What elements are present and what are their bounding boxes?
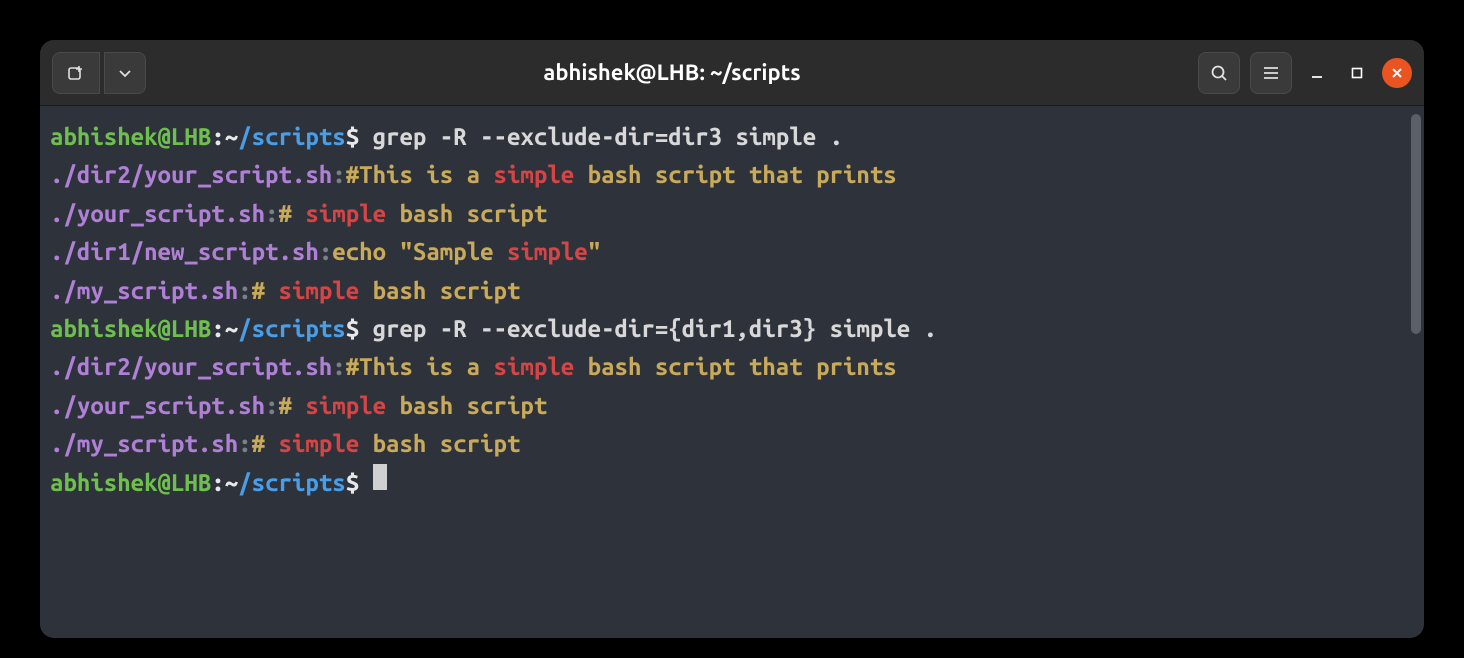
cursor-block (373, 464, 387, 490)
prompt-tilde: ~ (225, 310, 238, 348)
grep-colon: : (238, 272, 251, 310)
close-icon (1390, 66, 1404, 80)
prompt-tilde: ~ (225, 464, 238, 502)
titlebar-left-controls (52, 52, 146, 94)
grep-output-line: ./my_script.sh : # simple bash script (50, 425, 1414, 463)
grep-file: ./dir2/your_script.sh (50, 348, 332, 386)
prompt-path: /scripts (238, 310, 346, 348)
command-text: grep -R --exclude-dir=dir3 simple . (373, 118, 843, 156)
hamburger-icon (1262, 64, 1280, 82)
grep-post: bash script (359, 425, 520, 463)
grep-pre: # (279, 195, 306, 233)
maximize-icon (1350, 66, 1364, 80)
grep-match: simple (494, 156, 575, 194)
prompt-line-active: abhishek@LHB : ~ /scripts $ (50, 464, 1414, 502)
grep-match: simple (279, 425, 360, 463)
titlebar: abhishek@LHB: ~/scripts (40, 40, 1424, 106)
terminal-body[interactable]: abhishek@LHB : ~ /scripts $ grep -R --ex… (40, 106, 1424, 638)
grep-match: simple (305, 387, 386, 425)
scrollbar-thumb[interactable] (1411, 114, 1421, 334)
grep-match: simple (305, 195, 386, 233)
titlebar-right-controls (1198, 52, 1412, 94)
grep-file: ./your_script.sh (50, 195, 265, 233)
tab-dropdown-button[interactable] (104, 52, 146, 94)
grep-post: bash script (359, 272, 520, 310)
prompt-tilde: ~ (225, 118, 238, 156)
prompt-sep: : (211, 118, 224, 156)
grep-output-line: ./your_script.sh : # simple bash script (50, 387, 1414, 425)
prompt-sep: : (211, 310, 224, 348)
minimize-icon (1310, 66, 1324, 80)
close-button[interactable] (1382, 58, 1412, 88)
grep-post: bash script that prints (574, 348, 897, 386)
window-title: abhishek@LHB: ~/scripts (152, 60, 1192, 85)
grep-output-line: ./my_script.sh : # simple bash script (50, 272, 1414, 310)
grep-output-line: ./dir2/your_script.sh : #This is a simpl… (50, 156, 1414, 194)
prompt-path: /scripts (238, 118, 346, 156)
command-text: grep -R --exclude-dir={dir1,dir3} simple… (373, 310, 937, 348)
prompt-sigil: $ (346, 464, 373, 502)
grep-post: bash script (386, 387, 547, 425)
grep-post: " (588, 233, 601, 271)
maximize-button[interactable] (1342, 58, 1372, 88)
grep-file: ./my_script.sh (50, 272, 238, 310)
prompt-user: abhishek@LHB (50, 310, 211, 348)
grep-file: ./dir2/your_script.sh (50, 156, 332, 194)
grep-post: bash script that prints (574, 156, 897, 194)
grep-colon: : (332, 348, 345, 386)
prompt-sigil: $ (346, 310, 373, 348)
grep-pre: # (279, 387, 306, 425)
grep-file: ./my_script.sh (50, 425, 238, 463)
grep-colon: : (332, 156, 345, 194)
prompt-line: abhishek@LHB : ~ /scripts $ grep -R --ex… (50, 310, 1414, 348)
grep-file: ./your_script.sh (50, 387, 265, 425)
prompt-line: abhishek@LHB : ~ /scripts $ grep -R --ex… (50, 118, 1414, 156)
grep-colon: : (265, 387, 278, 425)
grep-file: ./dir1/new_script.sh (50, 233, 319, 271)
grep-match: simple (494, 348, 575, 386)
grep-output-line: ./your_script.sh : # simple bash script (50, 195, 1414, 233)
grep-colon: : (265, 195, 278, 233)
grep-colon: : (238, 425, 251, 463)
grep-post: bash script (386, 195, 547, 233)
terminal-window: abhishek@LHB: ~/scripts (40, 40, 1424, 638)
prompt-sep: : (211, 464, 224, 502)
search-button[interactable] (1198, 52, 1240, 94)
search-icon (1209, 63, 1229, 83)
prompt-user: abhishek@LHB (50, 118, 211, 156)
prompt-sigil: $ (346, 118, 373, 156)
grep-pre: #This is a (346, 348, 494, 386)
prompt-user: abhishek@LHB (50, 464, 211, 502)
minimize-button[interactable] (1302, 58, 1332, 88)
prompt-path: /scripts (238, 464, 346, 502)
chevron-down-icon (118, 66, 132, 80)
grep-output-line: ./dir2/your_script.sh : #This is a simpl… (50, 348, 1414, 386)
grep-match: simple (507, 233, 588, 271)
new-tab-button[interactable] (52, 52, 100, 94)
grep-pre: echo "Sample (332, 233, 507, 271)
grep-output-line: ./dir1/new_script.sh : echo "Sample simp… (50, 233, 1414, 271)
grep-match: simple (279, 272, 360, 310)
grep-pre: # (252, 272, 279, 310)
grep-colon: : (319, 233, 332, 271)
menu-button[interactable] (1250, 52, 1292, 94)
new-tab-icon (66, 63, 86, 83)
grep-pre: #This is a (346, 156, 494, 194)
grep-pre: # (252, 425, 279, 463)
